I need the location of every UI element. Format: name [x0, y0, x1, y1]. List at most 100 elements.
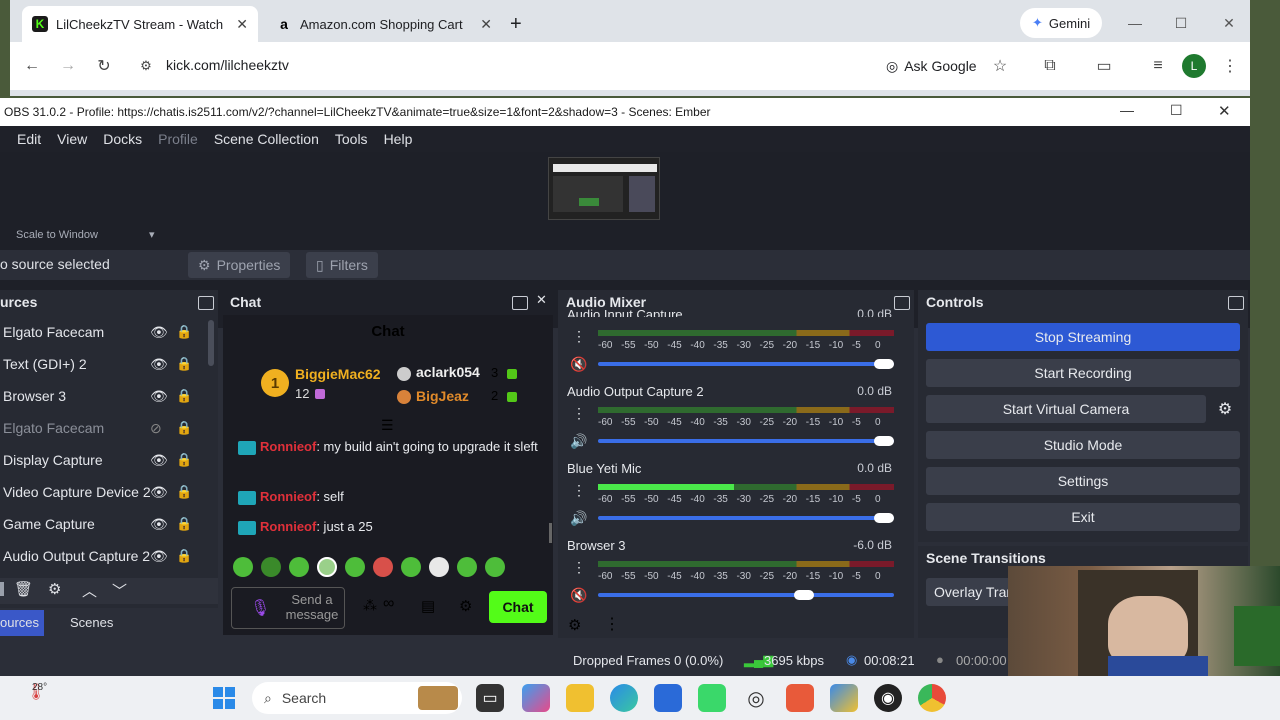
emote-icon[interactable] [485, 557, 505, 577]
windows-start-icon[interactable] [210, 684, 238, 712]
back-icon[interactable]: ← [20, 54, 44, 78]
menu-icon[interactable]: ⋮ [572, 559, 586, 576]
sources-scrollbar[interactable] [208, 320, 214, 366]
steam-icon[interactable]: ◎ [742, 684, 770, 712]
task-view-icon[interactable]: ▭ [476, 684, 504, 712]
eye-icon[interactable]: 👁 [150, 516, 168, 533]
volume-slider[interactable] [598, 513, 894, 523]
copilot-icon[interactable] [522, 684, 550, 712]
emote-icon[interactable] [261, 557, 281, 577]
studio-mode-button[interactable]: Studio Mode [926, 431, 1240, 459]
eye-icon[interactable]: 👁 [150, 388, 168, 405]
star-icon[interactable]: ☆ [988, 54, 1012, 78]
folder-icon[interactable] [566, 684, 594, 712]
start-virtual-camera-button[interactable]: Start Virtual Camera [926, 395, 1206, 423]
mic-icon[interactable]: 🎙 [250, 598, 270, 618]
obs-icon[interactable]: ◉ [874, 684, 902, 712]
source-item[interactable]: Video Capture Device 2 👁 🔒 [0, 476, 196, 508]
store-icon[interactable]: ▤ [421, 597, 435, 615]
address-bar[interactable]: kick.com/lilcheekztv [166, 57, 289, 73]
infinity-icon[interactable]: ∞ [383, 595, 394, 613]
stop-streaming-button[interactable]: Stop Streaming [926, 323, 1240, 351]
gear-icon[interactable]: ⚙ [1210, 395, 1240, 423]
menu-tools[interactable]: Tools [335, 131, 368, 147]
tab-amazon[interactable]: a Amazon.com Shopping Cart ✕ [266, 6, 502, 42]
source-item[interactable]: Browser 3 👁 🔒 [0, 380, 196, 412]
slider-knob[interactable] [874, 359, 894, 369]
menu-profile[interactable]: Profile [158, 131, 198, 147]
gemini-button[interactable]: ✦ Gemini [1020, 8, 1103, 38]
emote-icon[interactable] [457, 557, 477, 577]
undock-icon[interactable] [894, 296, 910, 310]
volume-slider[interactable] [598, 590, 894, 600]
store-icon[interactable] [654, 684, 682, 712]
profile-avatar[interactable]: L [1182, 54, 1206, 78]
filters-button[interactable]: ▯ Filters [306, 252, 378, 278]
speaker-icon[interactable]: 🔊 [570, 510, 587, 527]
reload-icon[interactable]: ↻ [92, 54, 116, 78]
slider-knob[interactable] [794, 590, 815, 600]
eye-icon[interactable]: 👁 [150, 484, 168, 501]
volume-slider[interactable] [598, 359, 894, 369]
chat-send-button[interactable]: Chat [489, 591, 547, 623]
lock-icon[interactable]: 🔒 [176, 388, 192, 404]
gear-icon[interactable]: ⚙ [568, 616, 581, 634]
emote-icon[interactable] [429, 557, 449, 577]
close-icon[interactable]: ✕ [236, 16, 248, 33]
eye-icon[interactable]: 👁 [150, 356, 168, 373]
speaker-icon[interactable]: 🔊 [570, 433, 587, 450]
muted-speaker-icon[interactable]: 🔇 [570, 587, 587, 604]
volume-slider[interactable] [598, 436, 894, 446]
lock-icon[interactable]: 🔒 [176, 484, 192, 500]
emote-icon[interactable] [373, 557, 393, 577]
minimize-icon[interactable]: — [1120, 8, 1150, 38]
add-icon[interactable] [0, 582, 4, 596]
emote-icon[interactable] [345, 557, 365, 577]
menu-edit[interactable]: Edit [17, 131, 41, 147]
menu-icon[interactable]: ⋮ [604, 614, 620, 634]
source-item[interactable]: Elgato Facecam ⊘ 🔒 [0, 412, 196, 444]
source-item[interactable]: Text (GDI+) 2 👁 🔒 [0, 348, 196, 380]
close-icon[interactable]: ✕ [1218, 102, 1231, 120]
lock-icon[interactable]: 🔒 [176, 516, 192, 532]
eye-icon[interactable]: 👁 [150, 548, 168, 565]
cast-icon[interactable]: ▭ [1092, 54, 1116, 78]
ask-google-button[interactable]: ◎ Ask Google [876, 50, 987, 82]
lock-icon[interactable]: 🔒 [176, 452, 192, 468]
emote-icon[interactable] [317, 557, 337, 577]
chat-user[interactable]: Ronnieof [260, 519, 316, 534]
share-icon[interactable]: ⁂ [363, 597, 377, 614]
slider-knob[interactable] [874, 513, 894, 523]
settings-button[interactable]: Settings [926, 467, 1240, 495]
muted-speaker-icon[interactable]: 🔇 [570, 356, 587, 373]
app-icon[interactable] [786, 684, 814, 712]
chat-user[interactable]: Ronnieof [260, 439, 316, 454]
trash-icon[interactable]: 🗑 [14, 580, 33, 598]
lock-icon[interactable]: 🔒 [176, 356, 192, 372]
gear-icon[interactable]: ⚙ [48, 580, 61, 598]
undock-icon[interactable] [198, 296, 214, 310]
new-tab-button[interactable]: + [500, 6, 530, 42]
lock-icon[interactable]: 🔒 [176, 324, 192, 340]
start-recording-button[interactable]: Start Recording [926, 359, 1240, 387]
properties-button[interactable]: ⚙ Properties [188, 252, 291, 278]
app-icon[interactable] [698, 684, 726, 712]
extensions-icon[interactable]: ⧉ [1038, 54, 1062, 78]
menu-icon[interactable]: ⋮ [572, 328, 586, 345]
app-icon[interactable] [830, 684, 858, 712]
menu-view[interactable]: View [57, 131, 87, 147]
chat-user[interactable]: Ronnieof [260, 489, 316, 504]
gear-icon[interactable]: ⚙ [459, 597, 472, 615]
chrome-icon[interactable] [918, 684, 946, 712]
close-icon[interactable]: ✕ [536, 292, 547, 308]
minimize-icon[interactable]: — [1120, 102, 1134, 118]
tab-kick[interactable]: K LilCheekzTV Stream - Watch Liv ✕ [22, 6, 258, 42]
emote-icon[interactable] [289, 557, 309, 577]
edge-icon[interactable] [610, 684, 638, 712]
menu-icon[interactable]: ⋮ [572, 482, 586, 499]
source-item[interactable]: Audio Output Capture 2 👁 🔒 [0, 540, 196, 572]
site-info-icon[interactable]: ⚙ [134, 54, 158, 78]
close-icon[interactable]: ✕ [480, 16, 492, 33]
emote-icon[interactable] [233, 557, 253, 577]
eye-icon[interactable]: 👁 [150, 452, 168, 469]
